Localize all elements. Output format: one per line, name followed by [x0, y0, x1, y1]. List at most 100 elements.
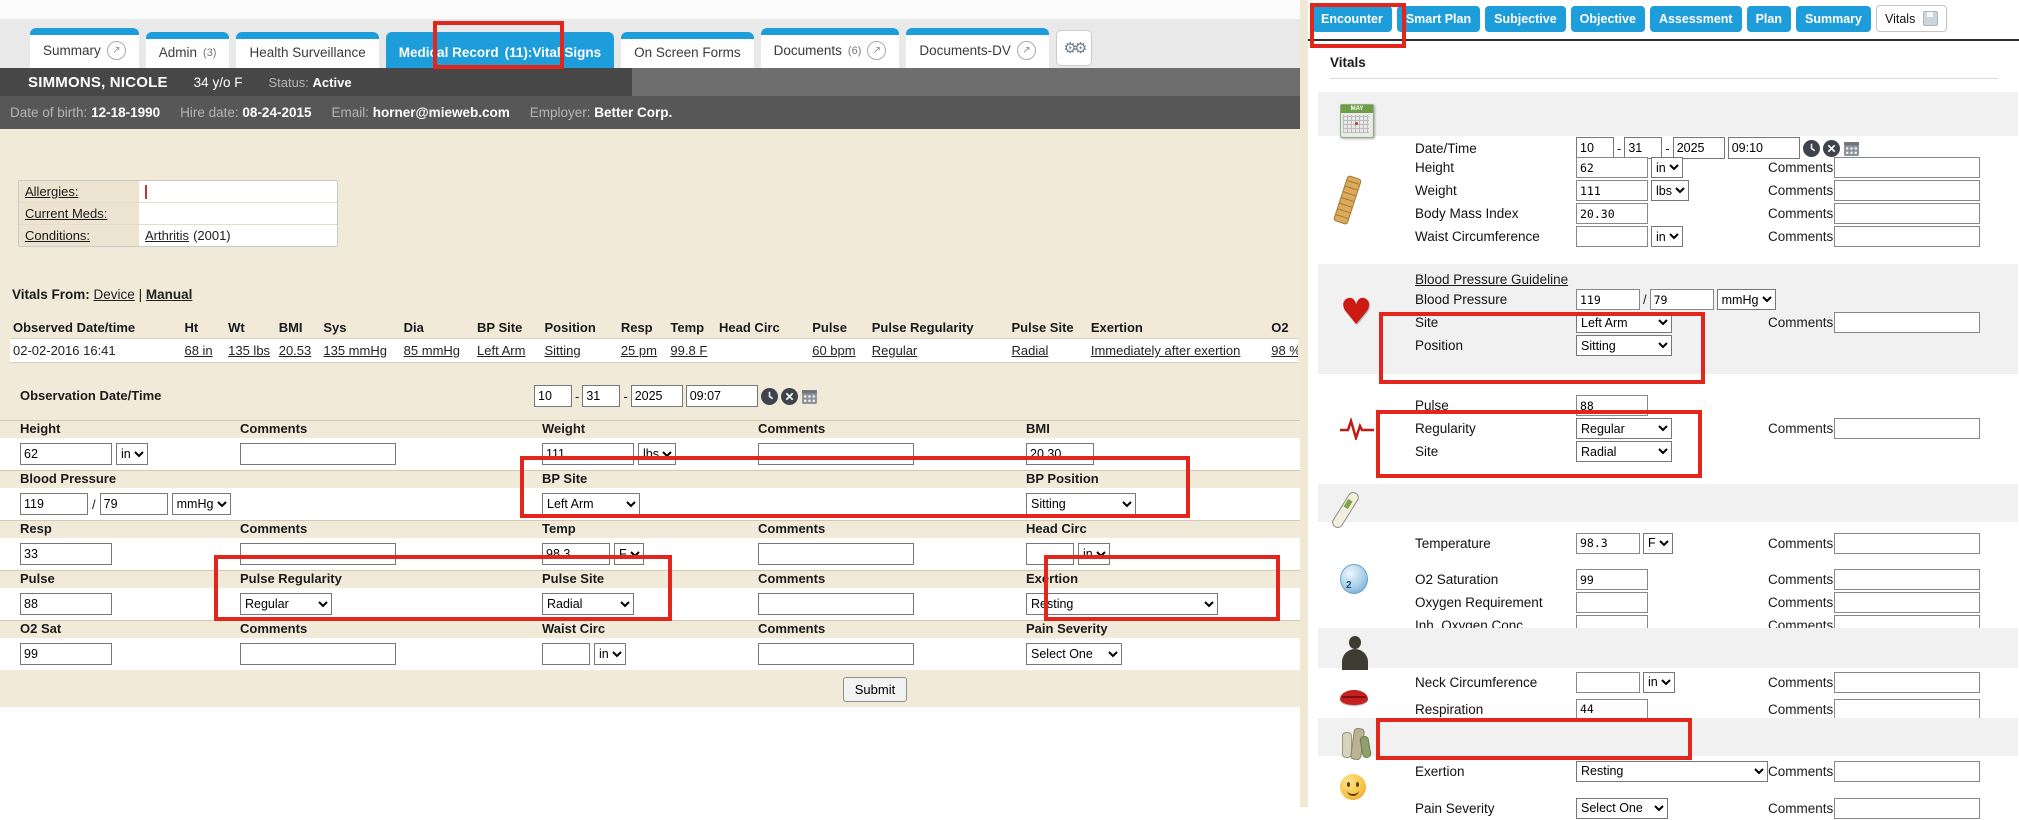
height-unit-select[interactable]: in — [1651, 157, 1683, 178]
bp-guideline-link[interactable]: Blood Pressure Guideline — [1415, 272, 1768, 287]
tab-vitals[interactable]: Vitals — [1876, 5, 1947, 32]
waist-unit-select[interactable]: in — [1651, 226, 1683, 247]
height-input[interactable] — [1576, 157, 1648, 178]
tab-on-screen-forms[interactable]: On Screen Forms — [621, 32, 754, 68]
tab-admin[interactable]: Admin(3) — [146, 32, 230, 68]
temp-unit-select[interactable]: F — [614, 543, 644, 565]
bp-position-select[interactable]: Sitting — [1576, 335, 1672, 356]
weight-input[interactable] — [1576, 180, 1648, 201]
bp-diastolic-input[interactable] — [1650, 289, 1714, 310]
current-meds-label-cell[interactable]: Current Meds: — [19, 203, 139, 224]
pulse-regularity-select[interactable]: Regular — [1576, 418, 1672, 439]
pulse-comments-input[interactable] — [1834, 418, 1980, 439]
clear-datetime-icon[interactable] — [781, 388, 798, 405]
table-cell[interactable]: Left Arm — [474, 339, 541, 362]
tab-encounter[interactable]: Encounter — [1312, 6, 1392, 32]
tab-summary[interactable]: Summary — [1796, 6, 1871, 32]
table-cell[interactable]: 135 lbs — [225, 339, 276, 362]
pain-comments-input[interactable] — [1834, 798, 1980, 819]
height-unit-select[interactable]: in — [116, 443, 148, 465]
weight-comments-input[interactable] — [758, 443, 914, 465]
waist-unit-select[interactable]: in — [594, 643, 626, 665]
table-cell[interactable]: 98 % — [1268, 339, 1298, 362]
tab-smart-plan[interactable]: Smart Plan — [1397, 6, 1480, 32]
tab-objective[interactable]: Objective — [1571, 6, 1645, 32]
waist-circ-input[interactable] — [542, 643, 590, 665]
oxygen-requirement-input[interactable] — [1576, 592, 1648, 613]
pulse-input[interactable] — [1576, 395, 1648, 416]
popout-arrow-icon[interactable]: ↗ — [107, 41, 126, 60]
table-cell[interactable]: 60 bpm — [809, 339, 869, 362]
head-circ-input[interactable] — [1026, 543, 1074, 565]
o2-saturation-input[interactable] — [1576, 569, 1648, 590]
temp-input[interactable] — [542, 543, 610, 565]
weight-input[interactable] — [542, 443, 634, 465]
respiration-input[interactable] — [1576, 699, 1648, 720]
obs-day-input[interactable] — [582, 385, 620, 407]
head-circ-unit-select[interactable]: in — [1078, 543, 1110, 565]
pulse-input[interactable] — [20, 593, 112, 615]
bp-unit-select[interactable]: mmHg — [1717, 289, 1776, 310]
bp-diastolic-input[interactable] — [100, 493, 168, 515]
popout-arrow-icon[interactable]: ↗ — [1017, 41, 1036, 60]
tab-subjective[interactable]: Subjective — [1485, 6, 1566, 32]
table-cell[interactable]: 68 in — [181, 339, 225, 362]
submit-button[interactable]: Submit — [843, 677, 907, 702]
table-cell[interactable]: Sitting — [541, 339, 617, 362]
settings-gear-button[interactable]: ⚙⚙ — [1056, 30, 1092, 66]
table-cell[interactable]: 20.53 — [276, 339, 321, 362]
height-comments-input[interactable] — [1834, 157, 1980, 178]
bp-site-select[interactable]: Left Arm — [542, 493, 640, 515]
o2-comments-input[interactable] — [240, 643, 396, 665]
allergies-label-cell[interactable]: Allergies: — [19, 181, 139, 202]
bp-site-select[interactable]: Left Arm — [1576, 312, 1672, 333]
pulse-site-select[interactable]: Radial — [1576, 441, 1672, 462]
waist-comments-input[interactable] — [1834, 226, 1980, 247]
weight-unit-select[interactable]: lbs — [1651, 180, 1689, 201]
pain-severity-select[interactable]: Select One — [1026, 643, 1122, 665]
obs-time-input[interactable] — [686, 385, 758, 407]
waist-circ-input[interactable] — [1576, 226, 1648, 247]
bp-unit-select[interactable]: mmHg — [172, 493, 231, 515]
tab-documents-dv[interactable]: Documents-DV↗ — [906, 28, 1049, 68]
tab-documents[interactable]: Documents(6)↗ — [761, 28, 900, 68]
height-comments-input[interactable] — [240, 443, 396, 465]
table-cell[interactable]: Radial — [1009, 339, 1088, 362]
table-cell[interactable]: Regular — [869, 339, 1009, 362]
bp-systolic-input[interactable] — [1576, 289, 1640, 310]
table-cell[interactable]: 85 mmHg — [401, 339, 474, 362]
bp-comments-input[interactable] — [1834, 312, 1980, 333]
respiration-comments-input[interactable] — [1834, 699, 1980, 720]
exertion-select[interactable]: Resting — [1026, 593, 1218, 615]
bmi-comments-input[interactable] — [1834, 203, 1980, 224]
table-cell[interactable]: Immediately after exertion — [1088, 339, 1268, 362]
table-cell[interactable]: 99.8 F — [667, 339, 716, 362]
o2-sat-input[interactable] — [20, 643, 112, 665]
calendar-icon[interactable] — [801, 388, 818, 405]
pulse-regularity-select[interactable]: Regular — [240, 593, 332, 615]
tab-plan[interactable]: Plan — [1747, 6, 1791, 32]
popout-arrow-icon[interactable]: ↗ — [867, 41, 886, 60]
tab-assessment[interactable]: Assessment — [1650, 6, 1742, 32]
tab-medical-record[interactable]: Medical Record(11):Vital Signs — [386, 32, 614, 68]
resp-input[interactable] — [20, 543, 112, 565]
temp-comments-input[interactable] — [758, 543, 914, 565]
vitals-from-manual-link[interactable]: Manual — [146, 287, 193, 302]
weight-comments-input[interactable] — [1834, 180, 1980, 201]
table-cell[interactable]: 135 mmHg — [320, 339, 400, 362]
conditions-label-cell[interactable]: Conditions: — [19, 225, 139, 246]
pulse-comments-input[interactable] — [758, 593, 914, 615]
weight-unit-select[interactable]: lbs — [638, 443, 676, 465]
vitals-from-device-link[interactable]: Device — [94, 287, 135, 302]
pain-severity-select[interactable]: Select One — [1576, 798, 1668, 819]
table-cell[interactable]: 25 pm — [618, 339, 668, 362]
oxygen-requirement-comments-input[interactable] — [1834, 592, 1980, 613]
tab-summary[interactable]: Summary↗ — [30, 28, 139, 68]
o2-saturation-comments-input[interactable] — [1834, 569, 1980, 590]
resp-comments-input[interactable] — [240, 543, 396, 565]
waist-comments-input[interactable] — [758, 643, 914, 665]
bp-position-select[interactable]: Sitting — [1026, 493, 1136, 515]
bp-systolic-input[interactable] — [20, 493, 88, 515]
height-input[interactable] — [20, 443, 112, 465]
obs-month-input[interactable] — [534, 385, 572, 407]
